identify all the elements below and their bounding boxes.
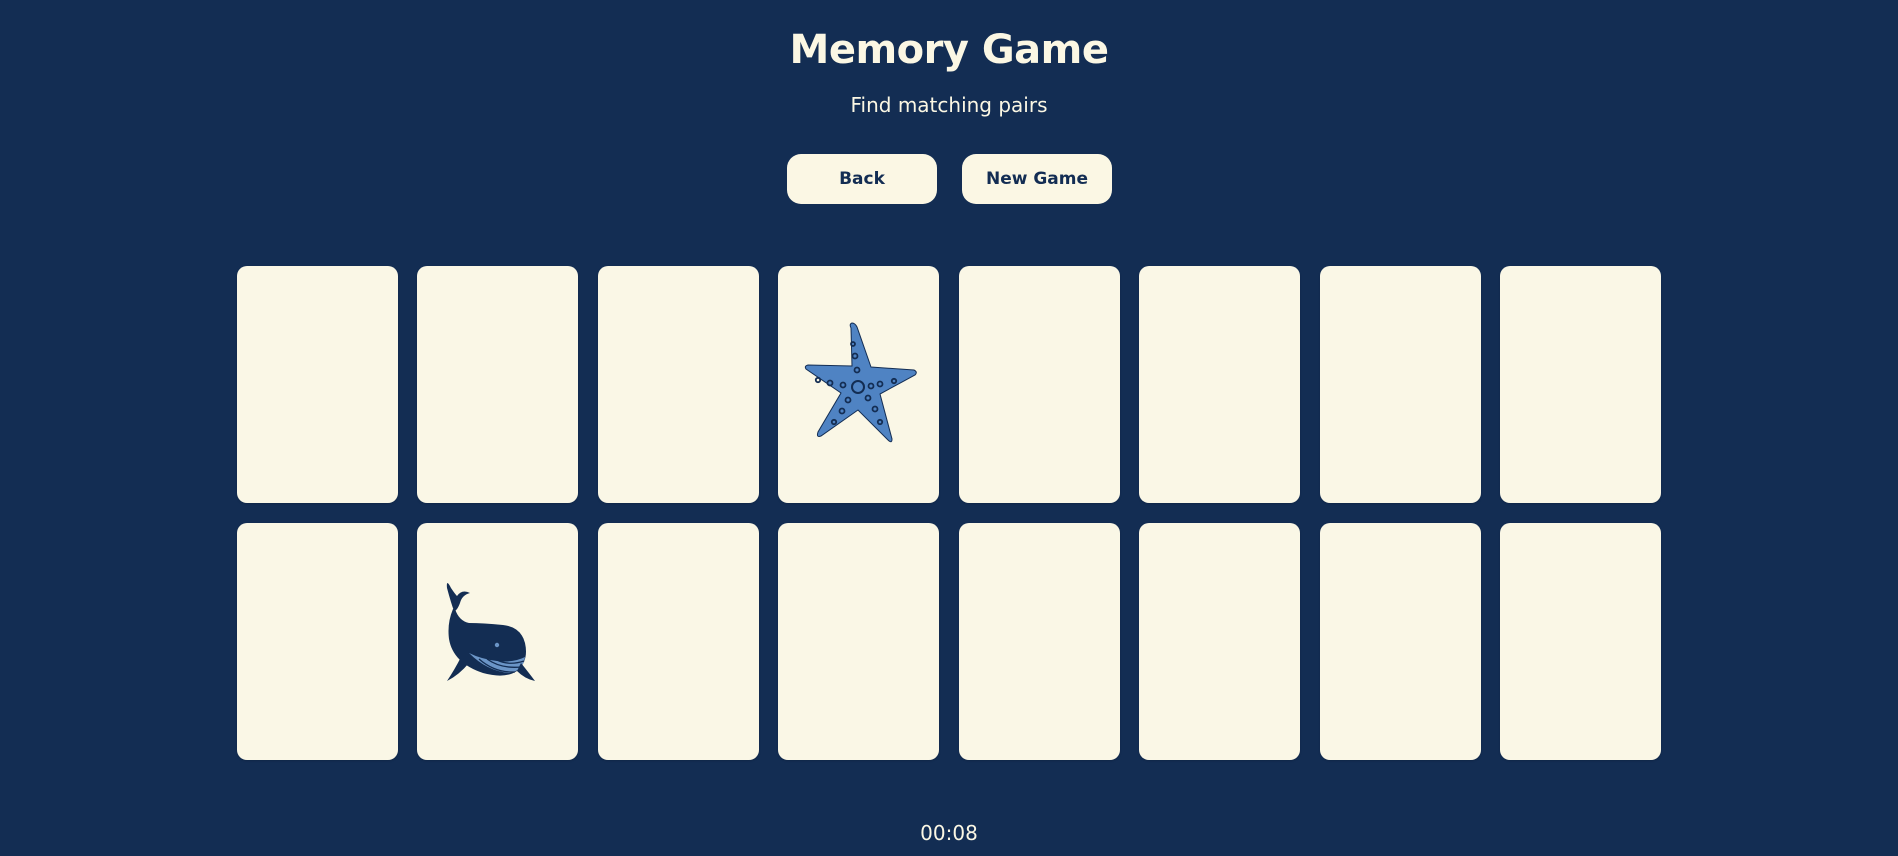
card-hidden[interactable] xyxy=(1139,266,1300,503)
card-hidden[interactable] xyxy=(778,523,939,760)
whale-icon xyxy=(446,583,535,681)
back-button[interactable]: Back xyxy=(787,154,937,204)
card-hidden[interactable] xyxy=(1500,266,1661,503)
card-hidden[interactable] xyxy=(237,523,398,760)
card-hidden[interactable] xyxy=(598,266,759,503)
game-timer: 00:08 xyxy=(920,821,978,845)
card-hidden[interactable] xyxy=(1320,523,1481,760)
card-hidden[interactable] xyxy=(959,523,1120,760)
card-hidden[interactable] xyxy=(598,523,759,760)
card-hidden[interactable] xyxy=(1139,523,1300,760)
starfish-icon xyxy=(804,322,917,443)
card-hidden[interactable] xyxy=(237,266,398,503)
new-game-button[interactable]: New Game xyxy=(962,154,1112,204)
card-whale[interactable] xyxy=(417,523,578,760)
page-title: Memory Game xyxy=(789,27,1109,73)
card-hidden[interactable] xyxy=(959,266,1120,503)
card-hidden[interactable] xyxy=(417,266,578,503)
card-hidden[interactable] xyxy=(1500,523,1661,760)
page-subtitle: Find matching pairs xyxy=(850,93,1048,117)
card-hidden[interactable] xyxy=(1320,266,1481,503)
card-starfish[interactable] xyxy=(778,266,939,503)
